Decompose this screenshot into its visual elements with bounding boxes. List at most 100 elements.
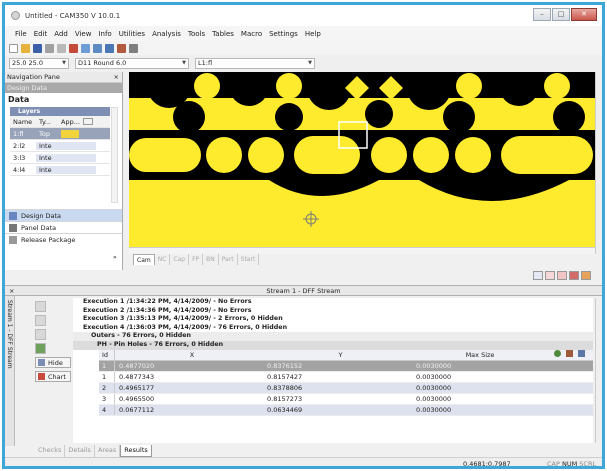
pin-holes-node[interactable]: PH - Pin Holes - 76 Errors, 0 Hidden xyxy=(73,340,593,350)
filter-icon[interactable] xyxy=(578,349,586,357)
close-button[interactable]: ✕ xyxy=(571,8,597,21)
tab-details[interactable]: Details xyxy=(65,445,95,457)
menu-view[interactable]: View xyxy=(75,30,92,38)
dcode-select[interactable]: D11 Round 6.0 ▼ xyxy=(75,58,189,69)
pad[interactable] xyxy=(194,73,220,99)
tab-areas[interactable]: Areas xyxy=(95,445,121,457)
layer-row[interactable]: 1:fl Top xyxy=(10,128,110,140)
table-row[interactable]: 4 0.0677112 0.0634469 0.0030000 xyxy=(99,404,593,416)
open-folder-icon[interactable] xyxy=(21,43,30,53)
column-appearance[interactable]: App... xyxy=(58,118,80,126)
pad[interactable] xyxy=(544,73,570,99)
column-x[interactable]: X xyxy=(115,350,265,360)
table-row[interactable]: 1 0.4877343 0.8157427 0.0030000 xyxy=(99,371,593,383)
grid-view-icon[interactable] xyxy=(545,271,555,280)
pcb-canvas[interactable] xyxy=(129,72,601,247)
tab-part[interactable]: Part xyxy=(219,254,238,265)
menu-tools[interactable]: Tools xyxy=(188,30,205,38)
pad[interactable] xyxy=(456,73,482,99)
layer-row[interactable]: 3:l3 Inte xyxy=(10,152,110,164)
pad[interactable] xyxy=(413,137,449,173)
tab-cam[interactable]: Cam xyxy=(133,254,155,265)
tab-start[interactable]: Start xyxy=(238,254,260,265)
pcb-artwork[interactable] xyxy=(129,72,601,247)
zoom-window-icon[interactable] xyxy=(105,43,114,53)
release-package-button[interactable]: Release Package xyxy=(5,233,122,245)
export-icon[interactable] xyxy=(581,271,591,280)
menu-settings[interactable]: Settings xyxy=(269,30,298,38)
tab-checks[interactable]: Checks xyxy=(35,445,66,457)
table-row[interactable]: 2 0.4965177 0.8378806 0.0030000 xyxy=(99,382,593,394)
column-y[interactable]: Y xyxy=(265,350,414,360)
maximize-button[interactable]: □ xyxy=(552,8,570,21)
chart-button[interactable]: Chart xyxy=(35,371,71,382)
layer-row[interactable]: 4:l4 Inte xyxy=(10,164,110,176)
pad[interactable] xyxy=(455,137,491,173)
execution-node[interactable]: Execution 2 /1:34:36 PM, 4/14/2009/ - No… xyxy=(73,307,593,316)
zoom-all-icon[interactable] xyxy=(117,43,126,53)
zoom-out-icon[interactable] xyxy=(93,43,102,53)
tab-bn[interactable]: BN xyxy=(203,254,219,265)
nav-scrollbar[interactable] xyxy=(111,107,118,203)
redraw-icon[interactable] xyxy=(69,43,78,53)
execution-node[interactable]: Execution 1 /1:34:22 PM, 4/14/2009/ - No… xyxy=(73,298,593,307)
layers-group-header[interactable]: Layers xyxy=(10,107,110,116)
menu-file[interactable]: File xyxy=(15,30,27,38)
stream-side-tab[interactable]: Stream 1 - DFF Stream xyxy=(5,296,15,446)
menu-macro[interactable]: Macro xyxy=(241,30,262,38)
chart-view-icon[interactable] xyxy=(569,271,579,280)
menu-help[interactable]: Help xyxy=(305,30,321,38)
tool-icon[interactable] xyxy=(35,301,46,312)
oblong-pad[interactable] xyxy=(501,136,593,174)
close-icon[interactable]: × xyxy=(114,73,119,81)
column-name[interactable]: Name xyxy=(10,118,36,126)
hide-button[interactable]: Hide xyxy=(35,357,71,368)
new-file-icon[interactable] xyxy=(9,43,18,53)
pad[interactable] xyxy=(206,137,242,173)
design-data-button[interactable]: Design Data xyxy=(5,209,122,221)
grid-icon[interactable] xyxy=(129,43,138,53)
close-icon[interactable]: × xyxy=(9,286,14,296)
table-row[interactable]: 3 0.4965500 0.8157273 0.0030000 xyxy=(99,393,593,405)
tool-icon[interactable] xyxy=(35,315,46,326)
menu-analysis[interactable]: Analysis xyxy=(152,30,181,38)
tool-icon[interactable] xyxy=(35,329,46,340)
menu-tables[interactable]: Tables xyxy=(212,30,234,38)
oblong-pad[interactable] xyxy=(294,136,360,174)
tab-nc[interactable]: NC xyxy=(155,254,171,265)
table-options-icon[interactable] xyxy=(83,118,93,125)
table-view-icon[interactable] xyxy=(557,271,567,280)
column-type[interactable]: Ty... xyxy=(36,118,58,126)
execution-node[interactable]: Execution 4 /1:36:03 PM, 4/14/2009/ - 76… xyxy=(73,324,593,333)
run-icon[interactable] xyxy=(35,343,46,354)
column-max-size[interactable]: Max Size xyxy=(414,350,544,360)
execution-node[interactable]: Execution 3 /1:35:13 PM, 4/14/2009/ - 2 … xyxy=(73,315,593,324)
results-scrollbar[interactable] xyxy=(595,298,602,443)
table-row[interactable]: 1 0.4877020 0.8376152 0.0030000 xyxy=(99,360,593,372)
tab-cap[interactable]: Cap xyxy=(170,254,190,265)
save-icon[interactable] xyxy=(33,43,42,53)
pad[interactable] xyxy=(276,73,302,99)
pin-icon[interactable] xyxy=(566,349,574,357)
outers-node[interactable]: Outers - 76 Errors, 0 Hidden xyxy=(73,332,593,341)
canvas-vertical-scrollbar[interactable] xyxy=(595,72,602,254)
grid-select[interactable]: 25.0 25.0 ▼ xyxy=(9,58,69,69)
panel-data-button[interactable]: Panel Data xyxy=(5,221,122,233)
layer-select[interactable]: L1:fl ▼ xyxy=(195,58,315,69)
minimize-button[interactable]: – xyxy=(533,8,551,21)
column-id[interactable]: Id xyxy=(99,349,115,360)
globe-icon[interactable] xyxy=(554,349,561,357)
more-chevron-icon[interactable]: » xyxy=(113,254,117,261)
layer-color-swatch[interactable] xyxy=(61,129,79,138)
menu-info[interactable]: Info xyxy=(98,30,111,38)
zoom-in-icon[interactable] xyxy=(81,43,90,53)
tab-fp[interactable]: FP xyxy=(189,254,204,265)
pad[interactable] xyxy=(248,137,284,173)
menu-edit[interactable]: Edit xyxy=(34,30,48,38)
layer-row[interactable]: 2:l2 Inte xyxy=(10,140,110,152)
pad[interactable] xyxy=(371,137,407,173)
menu-utilities[interactable]: Utilities xyxy=(119,30,145,38)
layout-icon[interactable] xyxy=(533,271,543,280)
undo-icon[interactable] xyxy=(45,43,54,53)
tab-results[interactable]: Results xyxy=(120,445,152,457)
